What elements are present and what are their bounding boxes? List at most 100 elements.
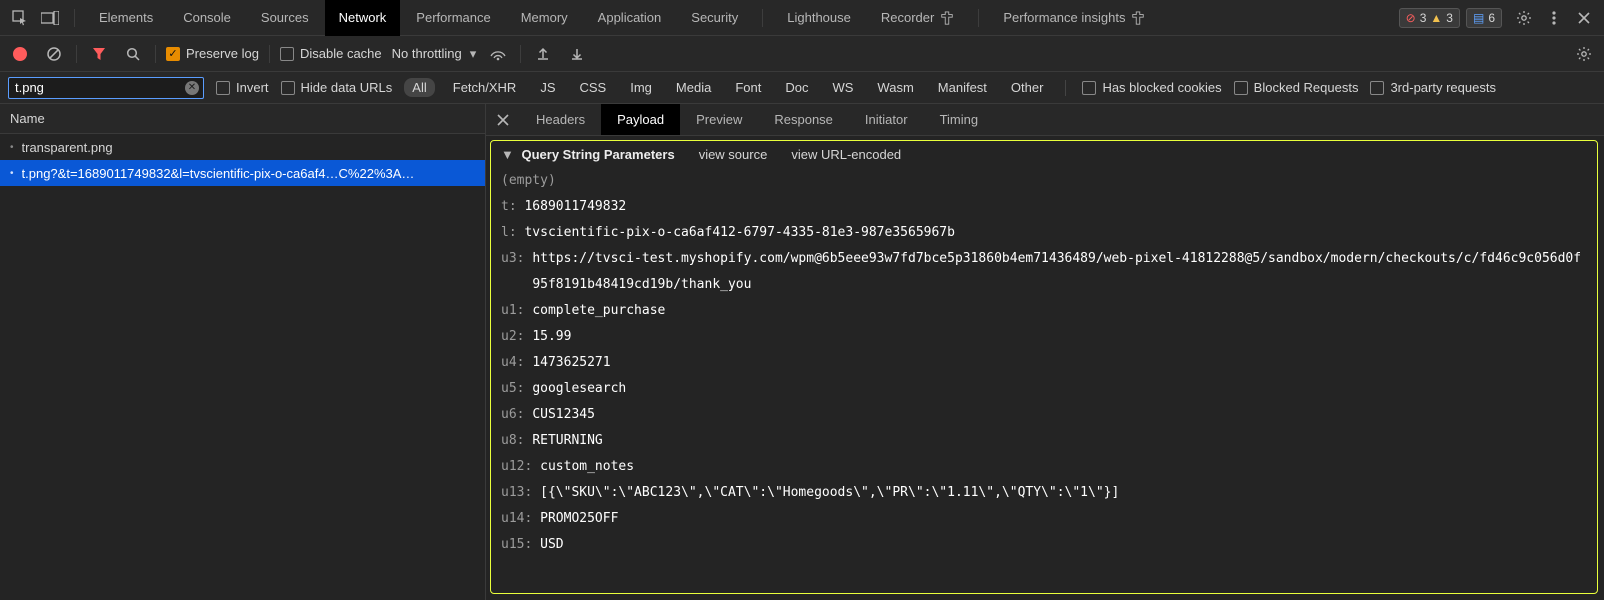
throttling-select[interactable]: No throttling ▾ [392, 46, 477, 62]
settings-gear-icon[interactable] [1510, 4, 1538, 32]
type-js[interactable]: JS [534, 78, 561, 97]
throttling-value: No throttling [392, 46, 462, 61]
tab-memory[interactable]: Memory [507, 0, 582, 36]
blocked-cookies-toggle[interactable]: Has blocked cookies [1082, 80, 1221, 95]
type-media[interactable]: Media [670, 78, 717, 97]
type-css[interactable]: CSS [574, 78, 613, 97]
bullet-icon: • [10, 142, 14, 153]
param-value: CUS12345 [532, 402, 595, 428]
param-key: u6: [501, 402, 532, 428]
filter-input-value: t.png [15, 80, 44, 95]
tab-sources[interactable]: Sources [247, 0, 323, 36]
param-value: 1689011749832 [524, 194, 626, 220]
more-menu-icon[interactable] [1540, 4, 1568, 32]
tab-console[interactable]: Console [169, 0, 245, 36]
checkbox-icon: ✓ [166, 47, 180, 61]
dtab-payload[interactable]: Payload [601, 104, 680, 135]
close-devtools-icon[interactable] [1570, 4, 1598, 32]
type-other[interactable]: Other [1005, 78, 1050, 97]
warning-icon: ▲ [1430, 11, 1442, 25]
type-all[interactable]: All [404, 78, 434, 97]
param-row: u13: [{\"SKU\":\"ABC123\",\"CAT\":\"Home… [501, 480, 1587, 506]
tab-network[interactable]: Network [325, 0, 401, 36]
param-value: 1473625271 [532, 350, 610, 376]
errors-count: 3 [1420, 11, 1427, 25]
export-har-icon[interactable] [531, 42, 555, 66]
tab-application[interactable]: Application [584, 0, 676, 36]
tab-security[interactable]: Security [677, 0, 752, 36]
checkbox-icon [281, 81, 295, 95]
close-detail-icon[interactable] [486, 104, 520, 135]
network-settings-gear-icon[interactable] [1572, 42, 1596, 66]
param-row: u3: https://tvsci-test.myshopify.com/wpm… [501, 246, 1587, 298]
caret-down-icon[interactable]: ▼ [501, 147, 514, 162]
clear-button[interactable] [42, 42, 66, 66]
type-doc[interactable]: Doc [779, 78, 814, 97]
request-list-header-name[interactable]: Name [0, 104, 485, 134]
dtab-timing[interactable]: Timing [924, 104, 995, 135]
warnings-count: 3 [1446, 11, 1453, 25]
request-row[interactable]: • transparent.png [0, 134, 485, 160]
view-url-encoded-link[interactable]: view URL-encoded [791, 147, 901, 162]
filter-input[interactable]: t.png ✕ [8, 77, 204, 99]
param-row: u5: googlesearch [501, 376, 1587, 402]
disable-cache-label: Disable cache [300, 46, 382, 61]
hide-data-urls-toggle[interactable]: Hide data URLs [281, 80, 393, 95]
device-toolbar-icon[interactable] [36, 4, 64, 32]
network-conditions-icon[interactable] [486, 42, 510, 66]
tab-performance[interactable]: Performance [402, 0, 504, 36]
dtab-preview[interactable]: Preview [680, 104, 758, 135]
dtab-initiator[interactable]: Initiator [849, 104, 924, 135]
divider [762, 9, 763, 27]
invert-toggle[interactable]: Invert [216, 80, 269, 95]
view-source-link[interactable]: view source [699, 147, 768, 162]
type-img[interactable]: Img [624, 78, 658, 97]
param-key: u2: [501, 324, 532, 350]
clear-filter-icon[interactable]: ✕ [185, 81, 199, 95]
blocked-requests-toggle[interactable]: Blocked Requests [1234, 80, 1359, 95]
search-icon[interactable] [121, 42, 145, 66]
tab-performance-insights-label: Performance insights [1003, 10, 1125, 25]
disable-cache-toggle[interactable]: Disable cache [280, 46, 382, 61]
type-wasm[interactable]: Wasm [871, 78, 919, 97]
preserve-log-toggle[interactable]: ✓ Preserve log [166, 46, 259, 61]
filter-toggle-icon[interactable] [87, 42, 111, 66]
network-content: Name • transparent.png • t.png?&t=168901… [0, 104, 1604, 600]
dtab-headers[interactable]: Headers [520, 104, 601, 135]
inspect-element-icon[interactable] [6, 4, 34, 32]
tab-elements[interactable]: Elements [85, 0, 167, 36]
messages-badge[interactable]: ▤ 6 [1466, 8, 1502, 28]
record-button[interactable] [8, 42, 32, 66]
type-manifest[interactable]: Manifest [932, 78, 993, 97]
param-key: l: [501, 220, 524, 246]
blocked-requests-label: Blocked Requests [1254, 80, 1359, 95]
checkbox-icon [1082, 81, 1096, 95]
param-value: https://tvsci-test.myshopify.com/wpm@6b5… [532, 246, 1587, 298]
type-font[interactable]: Font [729, 78, 767, 97]
import-har-icon[interactable] [565, 42, 589, 66]
errors-badge[interactable]: ⊘ 3 ▲ 3 [1399, 8, 1460, 28]
tab-recorder[interactable]: Recorder [867, 0, 968, 36]
param-row: u4: 1473625271 [501, 350, 1587, 376]
devtools-top-tabs: Elements Console Sources Network Perform… [0, 0, 1604, 36]
third-party-toggle[interactable]: 3rd-party requests [1370, 80, 1496, 95]
messages-icon: ▤ [1473, 11, 1484, 25]
param-row: u15: USD [501, 532, 1587, 558]
divider [1065, 80, 1066, 96]
divider [76, 45, 77, 63]
tab-performance-insights[interactable]: Performance insights [989, 0, 1159, 36]
third-party-label: 3rd-party requests [1390, 80, 1496, 95]
type-ws[interactable]: WS [826, 78, 859, 97]
param-key: u15: [501, 532, 540, 558]
request-row[interactable]: • t.png?&t=1689011749832&l=tvscientific-… [0, 160, 485, 186]
checkbox-icon [1234, 81, 1248, 95]
request-name: transparent.png [22, 140, 113, 155]
tab-lighthouse[interactable]: Lighthouse [773, 0, 865, 36]
hide-data-urls-label: Hide data URLs [301, 80, 393, 95]
type-fetchxhr[interactable]: Fetch/XHR [447, 78, 523, 97]
param-key: u8: [501, 428, 532, 454]
param-value: custom_notes [540, 454, 634, 480]
param-value: 15.99 [532, 324, 571, 350]
dtab-response[interactable]: Response [758, 104, 849, 135]
param-value: USD [540, 532, 563, 558]
